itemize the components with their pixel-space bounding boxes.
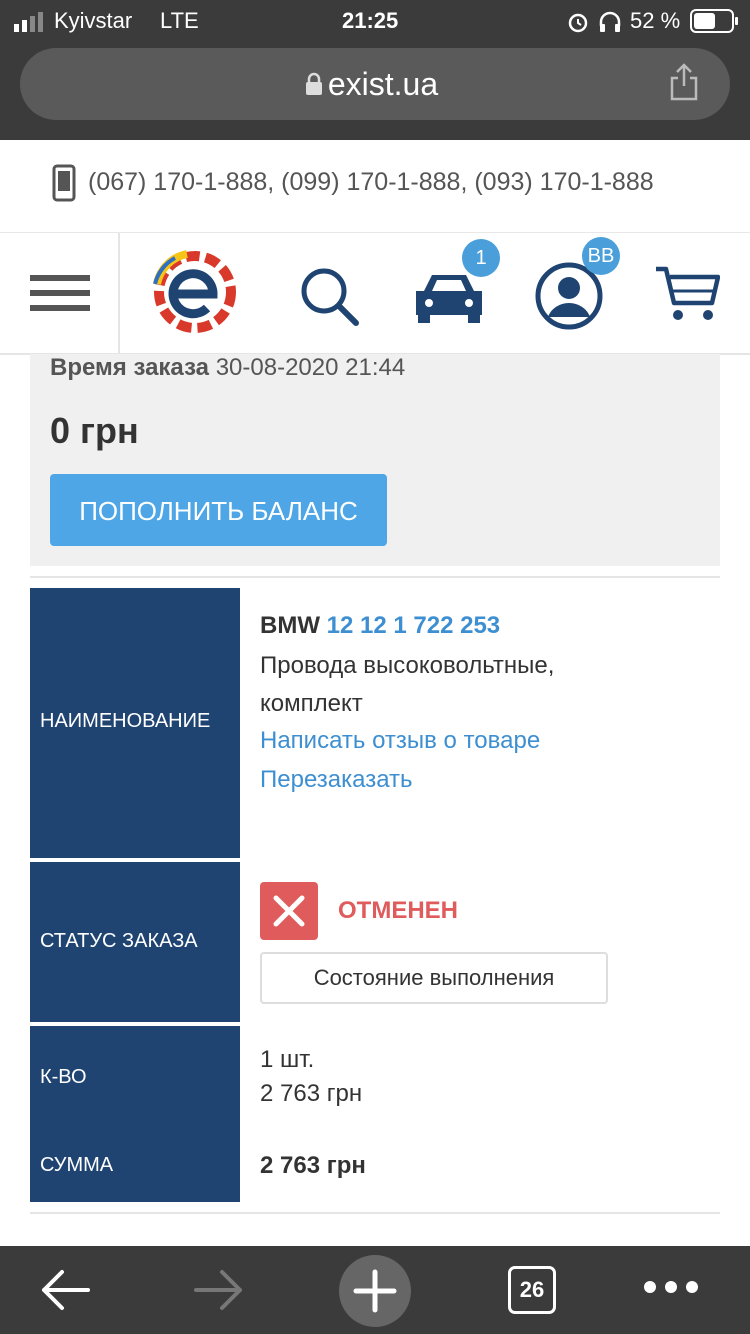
part-description-line2: комплект	[260, 690, 363, 717]
status-bar: Kyivstar LTE 21:25 52 %	[0, 0, 750, 44]
order-time: Время заказа 30-08-2020 21:44	[50, 354, 405, 382]
shopping-cart-icon[interactable]	[654, 263, 720, 323]
topup-balance-button[interactable]: ПОПОЛНИТЬ БАЛАНС	[50, 474, 387, 546]
qty-label: К-ВО	[40, 1066, 87, 1088]
order-time-label: Время заказа	[50, 354, 210, 381]
tabs-count-button[interactable]: 26	[508, 1266, 556, 1314]
write-review-link[interactable]: Написать отзыв о товаре	[260, 727, 540, 755]
nav-divider	[118, 233, 120, 353]
mobile-phone-icon	[52, 164, 76, 202]
network-type: LTE	[160, 8, 199, 33]
qty-value: 1 шт.	[260, 1046, 315, 1073]
cancelled-x-icon	[260, 882, 318, 940]
car-garage-icon[interactable]	[412, 271, 486, 323]
fulfillment-status-button[interactable]: Состояние выполнения	[260, 952, 608, 1004]
phone-bar: (067) 170-1-888, (099) 170-1-888, (093) …	[0, 140, 750, 234]
divider	[30, 576, 720, 578]
address-bar[interactable]: exist.ua	[20, 48, 730, 120]
share-icon[interactable]	[668, 62, 700, 102]
hamburger-menu-icon[interactable]	[30, 273, 90, 313]
balance-amount: 0 грн	[50, 410, 139, 451]
status-label-cell: СТАТУС ЗАКАЗА	[30, 862, 240, 1022]
divider	[30, 1212, 720, 1214]
phone-numbers[interactable]: (067) 170-1-888, (099) 170-1-888, (093) …	[88, 168, 654, 197]
order-balance-panel: Время заказа 30-08-2020 21:44 0 грн ПОПО…	[30, 354, 720, 566]
main-nav: 1 BB	[0, 233, 750, 355]
part-brand: BMW	[260, 612, 320, 639]
url-text: exist.ua	[327, 66, 439, 102]
signal-icon	[14, 12, 43, 32]
sum-value: 2 763 грн	[260, 1152, 366, 1179]
battery-icon	[690, 9, 738, 33]
exist-logo[interactable]	[148, 245, 242, 339]
part-number-link[interactable]: 12 12 1 722 253	[327, 612, 501, 639]
part-description-line1: Провода высоковольтные,	[260, 652, 555, 679]
profile-initials-badge: BB	[582, 237, 620, 275]
status-label: СТАТУС ЗАКАЗА	[40, 930, 198, 952]
clock: 21:25	[342, 8, 399, 33]
battery-percent: 52 %	[630, 8, 681, 33]
name-label-cell: НАИМЕНОВАНИЕ	[30, 588, 240, 858]
new-tab-plus-icon[interactable]	[338, 1254, 412, 1328]
garage-count-badge: 1	[462, 239, 500, 277]
alarm-icon	[568, 13, 588, 33]
search-icon[interactable]	[300, 267, 360, 327]
more-options-icon[interactable]	[642, 1280, 700, 1294]
reorder-link[interactable]: Перезаказать	[260, 766, 413, 794]
qty-sum-label-cell: К-ВО СУММА	[30, 1026, 240, 1202]
unit-price-value: 2 763 грн	[260, 1080, 363, 1107]
headphones-icon	[599, 11, 621, 32]
back-arrow-icon[interactable]	[38, 1266, 92, 1314]
order-status-value: ОТМЕНЕН	[338, 897, 458, 924]
browser-toolbar: 26	[0, 1246, 750, 1334]
carrier-name: Kyivstar	[54, 8, 133, 33]
order-time-value: 30-08-2020 21:44	[215, 354, 406, 381]
part-title: BMW 12 12 1 722 253	[260, 612, 500, 640]
sum-label: СУММА	[40, 1154, 114, 1176]
name-label: НАИМЕНОВАНИЕ	[40, 710, 211, 732]
forward-arrow-icon[interactable]	[192, 1266, 246, 1314]
